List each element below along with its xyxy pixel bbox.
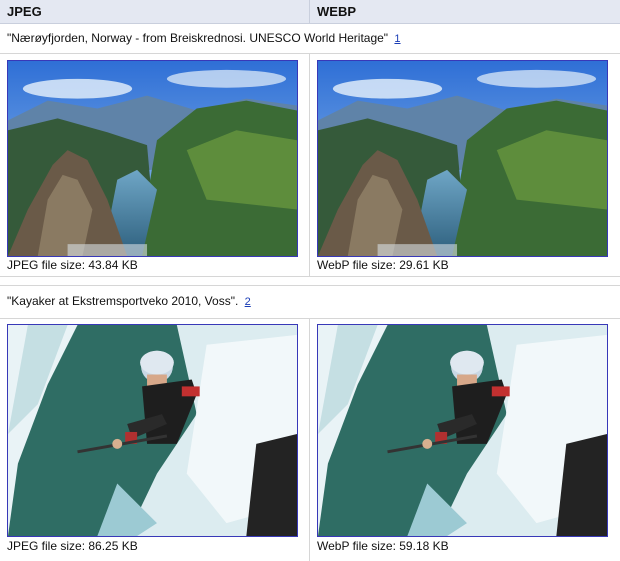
cell-jpeg-kayaker: JPEG file size: 86.25 KB — [0, 319, 310, 561]
fjord-image-webp — [317, 60, 608, 257]
reference-link-1[interactable]: 1 — [394, 33, 400, 45]
jpeg-file-size-label: JPEG file size: 43.84 KB — [7, 258, 138, 272]
webp-file-size-label: WebP file size: 59.18 KB — [317, 539, 449, 553]
jpeg-file-size-label: JPEG file size: 86.25 KB — [7, 539, 138, 553]
comparison-table: JPEG WEBP "Nærøyfjorden, Norway - from B… — [0, 0, 620, 561]
fjord-image-jpeg — [7, 60, 298, 257]
kayaker-image-webp — [317, 324, 608, 537]
column-header-jpeg: JPEG — [0, 0, 310, 24]
column-header-webp: WEBP — [310, 0, 620, 24]
reference-link-2[interactable]: 2 — [245, 296, 251, 308]
caption-text: "Nærøyfjorden, Norway - from Breiskredno… — [7, 31, 389, 45]
caption-text: "Kayaker at Ekstremsportveko 2010, Voss"… — [7, 294, 239, 308]
webp-file-size-label: WebP file size: 29.61 KB — [317, 258, 449, 272]
cell-jpeg-fjord: JPEG file size: 43.84 KB — [0, 54, 310, 277]
caption-row-kayaker: "Kayaker at Ekstremsportveko 2010, Voss"… — [0, 285, 620, 319]
cell-webp-kayaker: WebP file size: 59.18 KB — [310, 319, 620, 561]
cell-webp-fjord: WebP file size: 29.61 KB — [310, 54, 620, 277]
caption-row-fjord: "Nærøyfjorden, Norway - from Breiskredno… — [0, 24, 620, 54]
kayaker-image-jpeg — [7, 324, 298, 537]
